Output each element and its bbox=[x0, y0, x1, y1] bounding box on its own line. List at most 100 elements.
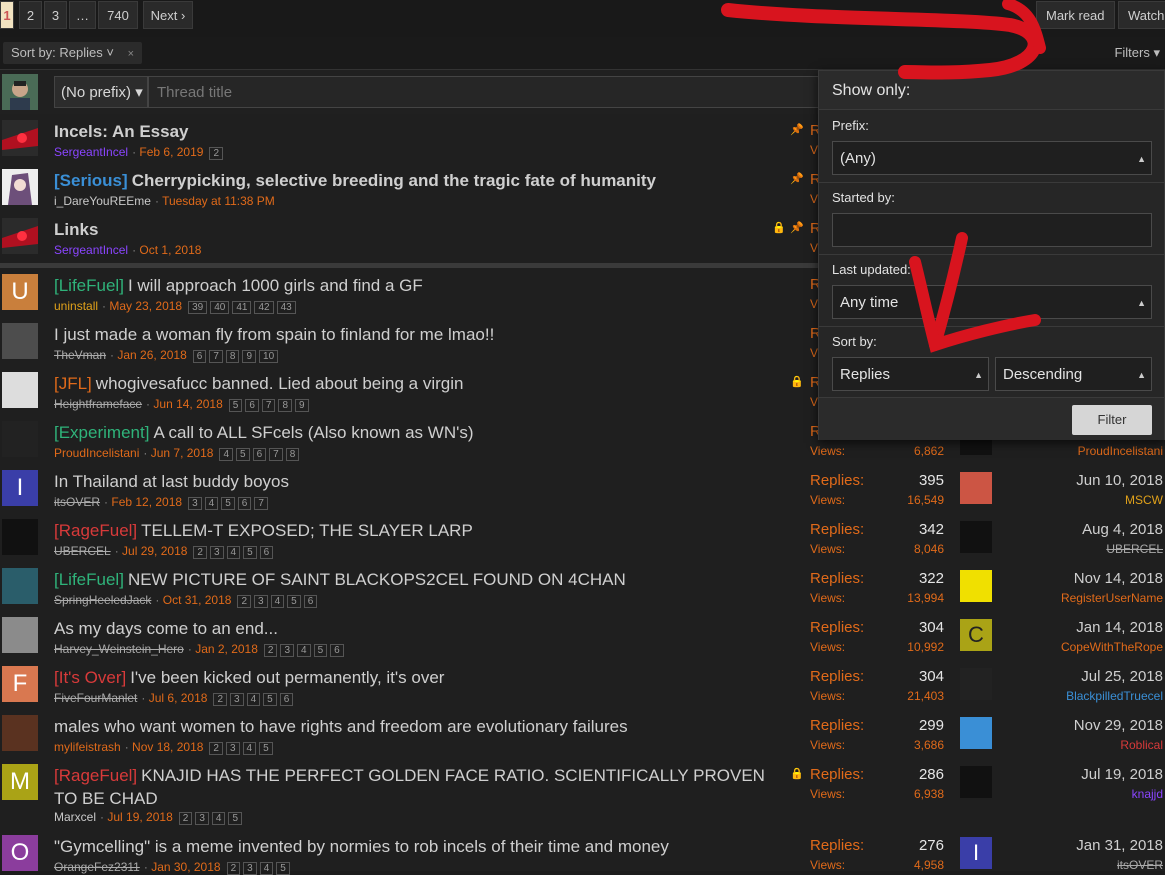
thread-page-link[interactable]: 5 bbox=[313, 644, 328, 657]
thread-page-link[interactable]: 3 bbox=[195, 812, 209, 825]
thread-author-avatar[interactable]: M bbox=[2, 764, 38, 800]
thread-author-avatar[interactable] bbox=[2, 715, 38, 751]
thread-author-avatar[interactable]: F bbox=[2, 666, 38, 702]
thread-page-link[interactable]: 5 bbox=[221, 497, 235, 510]
last-poster-avatar[interactable] bbox=[960, 766, 992, 798]
last-poster-link[interactable]: CopeWithTheRope bbox=[1061, 640, 1163, 654]
last-poster-avatar[interactable]: C bbox=[960, 619, 992, 651]
thread-page-link[interactable]: 2 bbox=[178, 812, 193, 825]
thread-start-date[interactable]: Feb 12, 2018 bbox=[111, 495, 182, 509]
thread-page-link[interactable]: 2 bbox=[209, 742, 223, 755]
thread-page-link[interactable]: 8 bbox=[285, 448, 300, 461]
thread-page-link[interactable]: 4 bbox=[297, 644, 311, 657]
thread-page-link[interactable]: 7 bbox=[209, 350, 223, 363]
last-poster-link[interactable]: MSCW bbox=[1125, 493, 1163, 507]
thread-prefix[interactable]: [LifeFuel] bbox=[54, 276, 124, 295]
thread-page-link[interactable]: 3 bbox=[209, 546, 224, 559]
thread-page-link[interactable]: 43 bbox=[276, 301, 296, 314]
thread-page-link[interactable]: 6 bbox=[303, 595, 318, 608]
thread-start-date[interactable]: Jul 6, 2018 bbox=[149, 691, 208, 705]
thread-row[interactable]: I In Thailand at last buddy boyos itsOVER ·… bbox=[0, 464, 1165, 513]
last-updated-select[interactable]: Any time ▲ bbox=[832, 285, 1152, 319]
thread-row[interactable]: O "Gymcelling" is a meme invented by norm… bbox=[0, 829, 1165, 875]
thread-author-link[interactable]: uninstall bbox=[54, 299, 98, 313]
thread-title-link[interactable]: "Gymcelling" is a meme invented by normi… bbox=[54, 837, 669, 857]
thread-start-date[interactable]: Oct 1, 2018 bbox=[139, 243, 201, 257]
thread-prefix[interactable]: [JFL] bbox=[54, 374, 92, 393]
thread-start-date[interactable]: Jan 2, 2018 bbox=[195, 642, 258, 656]
thread-title-link[interactable]: [RageFuel] TELLEM-T EXPOSED; THE SLAYER L… bbox=[54, 521, 473, 541]
thread-page-link[interactable]: 9 bbox=[295, 399, 309, 412]
thread-start-date[interactable]: Jul 29, 2018 bbox=[122, 544, 187, 558]
thread-page-link[interactable]: 6 bbox=[245, 399, 259, 412]
page-last-button[interactable]: 740 bbox=[98, 1, 138, 29]
thread-title-link[interactable]: As my days come to an end... bbox=[54, 619, 278, 639]
thread-page-link[interactable]: 3 bbox=[280, 644, 295, 657]
thread-page-link[interactable]: 7 bbox=[254, 497, 268, 510]
thread-page-link[interactable]: 5 bbox=[263, 693, 277, 706]
sort-order-select[interactable]: Descending ▲ bbox=[995, 357, 1152, 391]
last-poster-avatar[interactable]: I bbox=[960, 837, 992, 869]
thread-title-link[interactable]: males who want women to have rights and … bbox=[54, 717, 628, 737]
thread-page-link[interactable]: 7 bbox=[261, 399, 276, 412]
watch-button[interactable]: Watch bbox=[1118, 1, 1165, 29]
thread-page-link[interactable]: 5 bbox=[243, 546, 257, 559]
thread-author-link[interactable]: OrangeFez2311 bbox=[54, 860, 140, 874]
thread-page-link[interactable]: 4 bbox=[226, 546, 241, 559]
thread-page-link[interactable]: 2 bbox=[263, 644, 278, 657]
thread-page-link[interactable]: 2 bbox=[237, 595, 252, 608]
last-poster-link[interactable]: Roblical bbox=[1120, 738, 1163, 752]
last-poster-avatar[interactable] bbox=[960, 668, 992, 700]
last-post-date[interactable]: Jun 10, 2018 bbox=[1076, 472, 1163, 489]
thread-page-link[interactable]: 4 bbox=[211, 812, 226, 825]
thread-author-link[interactable]: UBERCEL bbox=[54, 544, 111, 558]
thread-page-link[interactable]: 39 bbox=[188, 301, 208, 314]
thread-title-link[interactable]: [Serious] Cherrypicking, selective breedi… bbox=[54, 171, 656, 191]
thread-author-avatar[interactable] bbox=[2, 169, 38, 205]
thread-start-date[interactable]: Nov 18, 2018 bbox=[132, 740, 203, 754]
thread-start-date[interactable]: Jan 30, 2018 bbox=[151, 860, 220, 874]
thread-title-link[interactable]: [RageFuel] KNAJID HAS THE PERFECT GOLDEN … bbox=[54, 766, 765, 786]
started-by-input[interactable] bbox=[832, 213, 1152, 247]
thread-author-link[interactable]: SergeantIncel bbox=[54, 243, 128, 257]
last-poster-avatar[interactable] bbox=[960, 717, 992, 749]
page-3-button[interactable]: 3 bbox=[44, 1, 67, 29]
thread-title-link[interactable]: Links bbox=[54, 220, 98, 240]
thread-author-avatar[interactable] bbox=[2, 421, 38, 457]
last-post-date[interactable]: Nov 14, 2018 bbox=[1074, 570, 1163, 587]
thread-start-date[interactable]: Oct 31, 2018 bbox=[163, 593, 232, 607]
thread-author-link[interactable]: itsOVER bbox=[54, 495, 100, 509]
thread-page-link[interactable]: 2 bbox=[226, 862, 241, 875]
thread-page-link[interactable]: 7 bbox=[269, 448, 283, 461]
thread-page-link[interactable]: 8 bbox=[278, 399, 293, 412]
thread-title-link[interactable]: [JFL] whogivesafucc banned. Lied about be… bbox=[54, 374, 463, 394]
thread-page-link[interactable]: 3 bbox=[230, 693, 244, 706]
thread-page-link[interactable]: 3 bbox=[254, 595, 268, 608]
current-user-avatar[interactable] bbox=[2, 74, 38, 110]
page-2-button[interactable]: 2 bbox=[19, 1, 42, 29]
filter-submit-button[interactable]: Filter bbox=[1072, 405, 1152, 435]
thread-row[interactable]: males who want women to have rights and … bbox=[0, 709, 1165, 758]
last-poster-link[interactable]: RegisterUserName bbox=[1061, 591, 1163, 605]
thread-author-link[interactable]: SergeantIncel bbox=[54, 145, 128, 159]
last-poster-avatar[interactable] bbox=[960, 521, 992, 553]
last-post-date[interactable]: Nov 29, 2018 bbox=[1074, 717, 1163, 734]
last-poster-link[interactable]: knajjd bbox=[1132, 787, 1163, 801]
thread-author-avatar[interactable] bbox=[2, 323, 38, 359]
thread-start-date[interactable]: Jun 7, 2018 bbox=[151, 446, 214, 460]
thread-page-link[interactable]: 5 bbox=[276, 862, 290, 875]
thread-page-link[interactable]: 3 bbox=[188, 497, 202, 510]
thread-page-link[interactable]: 4 bbox=[259, 862, 274, 875]
page-jump-button[interactable]: … bbox=[69, 1, 96, 29]
thread-author-avatar[interactable] bbox=[2, 519, 38, 555]
thread-author-link[interactable]: i_DareYouREEme bbox=[54, 194, 151, 208]
thread-row[interactable]: M [RageFuel] KNAJID HAS THE PERFECT GOLDEN… bbox=[0, 758, 1165, 829]
thread-page-link[interactable]: 6 bbox=[330, 644, 344, 657]
last-post-date[interactable]: Jan 31, 2018 bbox=[1076, 837, 1163, 854]
thread-prefix[interactable]: [It's Over] bbox=[54, 668, 126, 687]
thread-author-avatar[interactable]: O bbox=[2, 835, 38, 871]
thread-page-link[interactable]: 5 bbox=[287, 595, 301, 608]
thread-start-date[interactable]: Jul 19, 2018 bbox=[107, 810, 172, 824]
prefix-filter-select[interactable]: (Any) ▲ bbox=[832, 141, 1152, 175]
last-post-date[interactable]: Jan 14, 2018 bbox=[1076, 619, 1163, 636]
